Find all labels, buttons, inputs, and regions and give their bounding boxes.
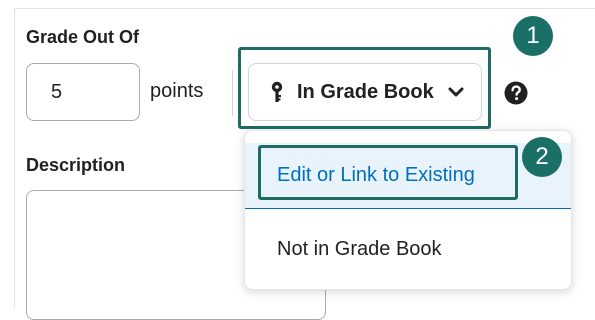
key-pin-icon — [269, 81, 285, 103]
in-grade-book-label: In Grade Book — [297, 80, 434, 103]
grade-out-of-label: Grade Out Of — [26, 27, 140, 47]
in-grade-book-dropdown-button[interactable]: In Grade Book — [248, 63, 482, 121]
help-circle-icon[interactable] — [504, 81, 528, 105]
menu-item-not-in-grade-book[interactable]: Not in Grade Book — [245, 217, 571, 281]
divider — [232, 70, 233, 116]
grade-out-of-input[interactable]: 5 — [26, 63, 140, 121]
points-label: points — [150, 80, 204, 102]
grade-value: 5 — [51, 80, 63, 103]
description-label: Description — [26, 155, 126, 175]
step1-callout-badge: 1 — [513, 16, 553, 56]
step2-highlight-box — [258, 145, 518, 200]
menu-item-label: Not in Grade Book — [277, 237, 442, 260]
chevron-down-icon — [448, 86, 464, 98]
step2-callout-badge: 2 — [522, 137, 562, 177]
